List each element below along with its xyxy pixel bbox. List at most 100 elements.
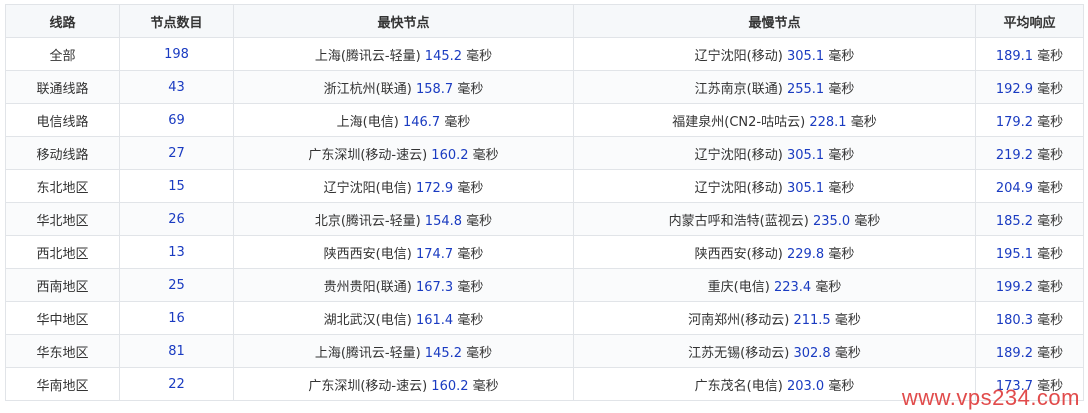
slowest-node: 广东茂名(电信) — [694, 378, 783, 394]
average-ms: 185.2 — [995, 213, 1034, 229]
table-row: 东北地区 15 辽宁沈阳(电信) 172.9 毫秒 辽宁沈阳(移动) 305.1 毫秒… — [5, 169, 1084, 203]
cell-slowest: 江苏南京(联通) 255.1 毫秒 — [573, 70, 976, 104]
cell-count: 81 — [119, 334, 234, 368]
unit: 毫秒 — [1037, 147, 1064, 163]
watermark-logo: www.vps234.com — [901, 385, 1080, 410]
unit: 毫秒 — [828, 147, 855, 163]
average-ms: 179.2 — [995, 114, 1034, 130]
average-ms: 189.2 — [995, 345, 1034, 361]
unit: 毫秒 — [1037, 213, 1064, 229]
header-average: 平均响应 — [975, 4, 1084, 38]
cell-count: 26 — [119, 202, 234, 236]
unit: 毫秒 — [457, 279, 484, 295]
slowest-node: 辽宁沈阳(移动) — [694, 180, 783, 196]
average-ms: 192.9 — [995, 81, 1034, 97]
unit: 毫秒 — [466, 345, 493, 361]
unit: 毫秒 — [850, 114, 877, 130]
fastest-ms: 161.4 — [415, 312, 454, 328]
unit: 毫秒 — [828, 48, 855, 64]
unit: 毫秒 — [854, 213, 881, 229]
node-count: 43 — [168, 79, 185, 95]
unit: 毫秒 — [1037, 246, 1064, 262]
slowest-node: 福建泉州(CN2-咕咕云) — [672, 114, 806, 130]
cell-count: 25 — [119, 268, 234, 302]
cell-count: 16 — [119, 301, 234, 335]
header-slowest: 最慢节点 — [573, 4, 976, 38]
node-count: 15 — [168, 178, 185, 194]
cell-line: 西南地区 — [5, 268, 120, 302]
cell-average: 189.2 毫秒 — [975, 334, 1084, 368]
unit: 毫秒 — [1037, 345, 1064, 361]
cell-average: 180.3 毫秒 — [975, 301, 1084, 335]
fastest-node: 贵州贵阳(联通) — [323, 279, 412, 295]
cell-average: 179.2 毫秒 — [975, 103, 1084, 137]
cell-average: 204.9 毫秒 — [975, 169, 1084, 203]
average-ms: 219.2 — [995, 147, 1034, 163]
node-count: 13 — [168, 244, 185, 260]
unit: 毫秒 — [1037, 81, 1064, 97]
fastest-ms: 146.7 — [402, 114, 441, 130]
node-count: 81 — [168, 343, 185, 359]
table-row: 西北地区 13 陕西西安(电信) 174.7 毫秒 陕西西安(移动) 229.8 毫秒… — [5, 235, 1084, 269]
cell-count: 15 — [119, 169, 234, 203]
cell-line: 华南地区 — [5, 367, 120, 401]
cell-fastest: 广东深圳(移动-速云) 160.2 毫秒 — [233, 136, 574, 170]
cell-count: 13 — [119, 235, 234, 269]
slowest-ms: 305.1 — [786, 48, 825, 64]
slowest-ms: 235.0 — [812, 213, 851, 229]
average-ms: 195.1 — [995, 246, 1034, 262]
slowest-ms: 305.1 — [786, 147, 825, 163]
unit: 毫秒 — [1037, 180, 1064, 196]
cell-fastest: 浙江杭州(联通) 158.7 毫秒 — [233, 70, 574, 104]
unit: 毫秒 — [444, 114, 471, 130]
fastest-ms: 154.8 — [424, 213, 463, 229]
cell-line: 电信线路 — [5, 103, 120, 137]
cell-fastest: 陕西西安(电信) 174.7 毫秒 — [233, 235, 574, 269]
unit: 毫秒 — [1037, 48, 1064, 64]
unit: 毫秒 — [457, 180, 484, 196]
cell-average: 195.1 毫秒 — [975, 235, 1084, 269]
cell-average: 192.9 毫秒 — [975, 70, 1084, 104]
table-row: 华中地区 16 湖北武汉(电信) 161.4 毫秒 河南郑州(移动云) 211.5 毫… — [5, 301, 1084, 335]
fastest-node: 广东深圳(移动-速云) — [308, 147, 428, 163]
unit: 毫秒 — [1037, 114, 1064, 130]
average-ms: 180.3 — [995, 312, 1034, 328]
cell-fastest: 辽宁沈阳(电信) 172.9 毫秒 — [233, 169, 574, 203]
table-row: 电信线路 69 上海(电信) 146.7 毫秒 福建泉州(CN2-咕咕云) 228.1… — [5, 103, 1084, 137]
unit: 毫秒 — [828, 378, 855, 394]
node-count: 22 — [168, 376, 185, 392]
cell-count: 198 — [119, 37, 234, 71]
average-ms: 199.2 — [995, 279, 1034, 295]
table-row: 西南地区 25 贵州贵阳(联通) 167.3 毫秒 重庆(电信) 223.4 毫秒 19… — [5, 268, 1084, 302]
cell-line: 华东地区 — [5, 334, 120, 368]
node-count: 198 — [164, 46, 189, 62]
cell-line: 东北地区 — [5, 169, 120, 203]
unit: 毫秒 — [1037, 312, 1064, 328]
unit: 毫秒 — [457, 312, 484, 328]
average-ms: 189.1 — [995, 48, 1034, 64]
fastest-ms: 158.7 — [415, 81, 454, 97]
fastest-node: 广东深圳(移动-速云) — [308, 378, 428, 394]
slowest-ms: 305.1 — [786, 180, 825, 196]
table-row: 移动线路 27 广东深圳(移动-速云) 160.2 毫秒 辽宁沈阳(移动) 305.1… — [5, 136, 1084, 170]
slowest-node: 辽宁沈阳(移动) — [694, 48, 783, 64]
table-row: 联通线路 43 浙江杭州(联通) 158.7 毫秒 江苏南京(联通) 255.1 毫秒… — [5, 70, 1084, 104]
cell-slowest: 福建泉州(CN2-咕咕云) 228.1 毫秒 — [573, 103, 976, 137]
cell-line: 全部 — [5, 37, 120, 71]
fastest-node: 上海(腾讯云-轻量) — [314, 345, 421, 361]
cell-average: 219.2 毫秒 — [975, 136, 1084, 170]
fastest-ms: 145.2 — [424, 345, 463, 361]
slowest-ms: 223.4 — [773, 279, 812, 295]
header-count: 节点数目 — [119, 4, 234, 38]
cell-count: 22 — [119, 367, 234, 401]
slowest-ms: 203.0 — [786, 378, 825, 394]
fastest-node: 上海(腾讯云-轻量) — [314, 48, 421, 64]
slowest-ms: 302.8 — [793, 345, 831, 361]
unit: 毫秒 — [457, 246, 484, 262]
cell-fastest: 湖北武汉(电信) 161.4 毫秒 — [233, 301, 574, 335]
unit: 毫秒 — [834, 312, 861, 328]
fastest-node: 陕西西安(电信) — [323, 246, 412, 262]
table-row: 华东地区 81 上海(腾讯云-轻量) 145.2 毫秒 江苏无锡(移动云) 302.8… — [5, 334, 1084, 368]
node-count: 69 — [168, 112, 185, 128]
average-ms: 204.9 — [995, 180, 1034, 196]
